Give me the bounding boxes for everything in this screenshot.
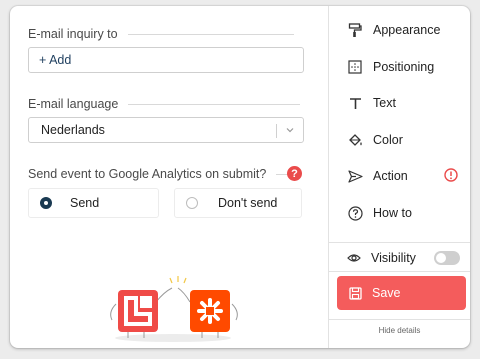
email-inquiry-label: E-mail inquiry to — [28, 27, 118, 41]
radio-selected-icon — [40, 197, 52, 209]
text-icon — [347, 95, 363, 111]
warning-icon — [444, 168, 458, 182]
ga-label-row: Send event to Google Analytics on submit… — [28, 167, 289, 181]
radio-unselected-icon — [186, 197, 198, 209]
paint-bucket-icon — [347, 132, 363, 148]
sidebar-divider — [329, 319, 470, 320]
chevron-down-icon — [286, 128, 294, 133]
menu-item-action[interactable]: Action — [329, 163, 470, 189]
menu-item-label: Color — [373, 133, 403, 147]
radio-dont-send-label: Don't send — [218, 196, 278, 210]
hide-details-link[interactable]: Hide details — [329, 326, 470, 335]
save-icon — [349, 286, 362, 300]
send-icon — [347, 168, 363, 184]
radio-send[interactable]: Send — [28, 188, 159, 218]
select-divider — [276, 124, 277, 138]
paint-roller-icon — [347, 22, 363, 38]
positioning-icon — [347, 59, 363, 75]
radio-send-label: Send — [70, 196, 100, 210]
eye-icon — [347, 254, 361, 262]
email-language-label: E-mail language — [28, 97, 119, 111]
menu-item-label: How to — [373, 206, 412, 220]
menu-item-label: Appearance — [373, 23, 441, 37]
sidebar-divider — [329, 271, 470, 272]
sidebar-divider — [329, 242, 470, 243]
menu-item-text[interactable]: Text — [329, 90, 470, 116]
email-inquiry-label-row: E-mail inquiry to — [28, 27, 294, 41]
visibility-toggle[interactable] — [434, 251, 460, 265]
ga-label: Send event to Google Analytics on submit… — [28, 167, 267, 181]
settings-sidebar: Appearance Positioning Text Color Action… — [328, 6, 470, 348]
section-divider — [127, 33, 294, 35]
visibility-label: Visibility — [371, 251, 416, 265]
toggle-knob — [436, 253, 446, 263]
question-circle-icon — [347, 205, 363, 221]
add-recipient-label: + Add — [39, 53, 72, 67]
radio-dont-send[interactable]: Don't send — [174, 188, 302, 218]
menu-item-positioning[interactable]: Positioning — [329, 54, 470, 80]
language-select[interactable]: Nederlands — [28, 117, 304, 143]
menu-item-appearance[interactable]: Appearance — [329, 17, 470, 43]
visibility-row: Visibility — [329, 245, 470, 271]
section-divider — [128, 103, 301, 105]
language-select-value: Nederlands — [41, 123, 105, 137]
integration-illustration — [110, 276, 238, 342]
menu-item-how-to[interactable]: How to — [329, 200, 470, 226]
settings-window: E-mail inquiry to + Add E-mail language … — [10, 6, 470, 348]
menu-item-label: Action — [373, 169, 408, 183]
menu-item-label: Text — [373, 96, 396, 110]
help-icon[interactable]: ? — [287, 166, 302, 181]
menu-item-label: Positioning — [373, 60, 435, 74]
form-panel: E-mail inquiry to + Add E-mail language … — [10, 6, 328, 348]
save-button[interactable]: Save — [337, 276, 466, 310]
email-language-label-row: E-mail language — [28, 97, 301, 111]
save-label: Save — [372, 286, 401, 300]
add-recipient-button[interactable]: + Add — [28, 47, 304, 73]
help-symbol: ? — [291, 167, 298, 180]
menu-item-color[interactable]: Color — [329, 127, 470, 153]
